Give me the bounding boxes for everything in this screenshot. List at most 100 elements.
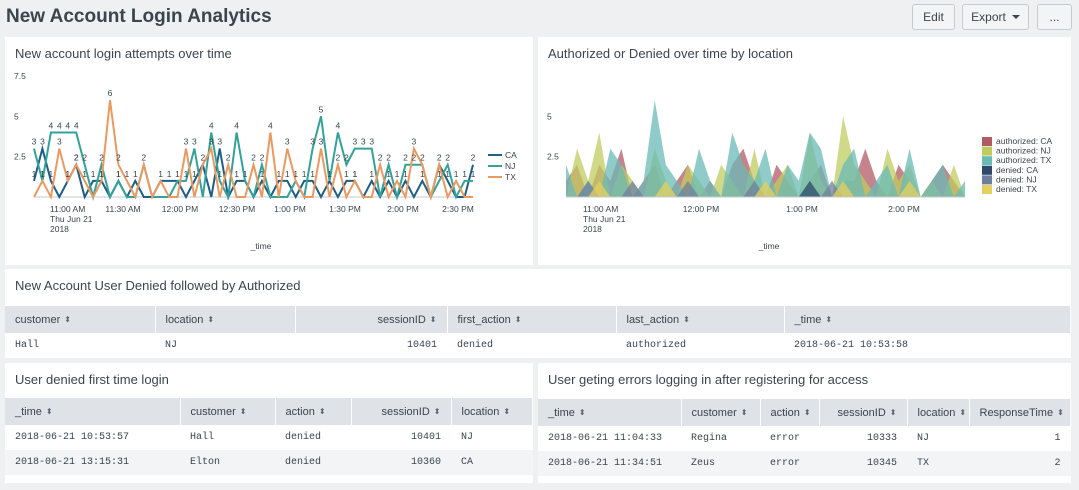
y-tick-label: 5 bbox=[547, 111, 552, 121]
export-button[interactable]: Export bbox=[962, 4, 1029, 30]
edit-button[interactable]: Edit bbox=[912, 4, 955, 30]
table-cell[interactable]: Hall bbox=[5, 333, 155, 358]
column-header-time[interactable]: _time ⬍ bbox=[5, 398, 181, 425]
table-cell[interactable]: 10345 bbox=[819, 451, 907, 476]
data-label: 1 bbox=[32, 169, 37, 179]
table-cell[interactable]: 2018-06-21 11:34:51 bbox=[538, 451, 681, 476]
table-cell[interactable]: CA bbox=[451, 450, 533, 475]
data-label: 2 bbox=[471, 153, 476, 163]
x-tick-label: 2018 bbox=[50, 224, 69, 234]
table-cell[interactable]: 2018-06-21 11:04:33 bbox=[538, 426, 681, 451]
table-cell[interactable]: 1 bbox=[969, 426, 1071, 451]
column-header-action[interactable]: action ⬍ bbox=[275, 398, 352, 425]
denied-then-authorized-panel: New Account User Denied followed by Auth… bbox=[5, 269, 1071, 358]
table-cell[interactable]: 10333 bbox=[819, 426, 907, 451]
data-label: 3 bbox=[319, 137, 324, 147]
table-cell[interactable]: denied bbox=[447, 333, 616, 358]
data-label: 1 bbox=[437, 169, 442, 179]
column-header-lastaction[interactable]: last_action ⬍ bbox=[616, 306, 785, 333]
data-label: 2 bbox=[74, 153, 79, 163]
table-cell[interactable]: Hall bbox=[180, 425, 275, 450]
data-label: 2 bbox=[378, 153, 383, 163]
sort-icon: ⬍ bbox=[578, 408, 586, 418]
legend-swatch bbox=[982, 137, 992, 146]
column-label: last_action bbox=[626, 313, 680, 326]
data-label: 1 bbox=[260, 169, 265, 179]
column-label: sessionID bbox=[837, 406, 886, 419]
table-cell[interactable]: 10360 bbox=[351, 450, 451, 475]
column-header-customer[interactable]: customer ⬍ bbox=[5, 306, 156, 333]
table-cell[interactable]: NJ bbox=[155, 333, 295, 358]
table-cell[interactable]: TX bbox=[907, 451, 969, 476]
column-label: location bbox=[917, 406, 956, 419]
data-label: 1 bbox=[293, 169, 298, 179]
data-label: 1 bbox=[302, 169, 307, 179]
legend-label: TX bbox=[505, 172, 516, 182]
data-label: 1 bbox=[91, 169, 96, 179]
sort-icon: ⬍ bbox=[239, 407, 247, 417]
table-cell[interactable]: error bbox=[760, 451, 819, 476]
legend-label: NJ bbox=[505, 161, 515, 171]
column-header-sessionid[interactable]: sessionID ⬍ bbox=[351, 398, 452, 425]
login-attempts-chart[interactable]: 2.557.511:00 AMThu Jun 21201811:30 AM 12:… bbox=[5, 37, 533, 265]
data-label: 1 bbox=[462, 169, 467, 179]
table-row[interactable]: 2018-06-21 11:04:33 Regina error 10333 NJ 1 bbox=[538, 426, 1071, 451]
data-label: 2 bbox=[403, 153, 408, 163]
column-header-customer[interactable]: customer ⬍ bbox=[681, 399, 761, 426]
column-label: location bbox=[461, 405, 500, 418]
column-label: ResponseTime bbox=[979, 406, 1054, 419]
column-header-sessionid[interactable]: sessionID ⬍ bbox=[819, 399, 908, 426]
column-header-firstaction[interactable]: first_action ⬍ bbox=[447, 306, 617, 333]
column-header-action[interactable]: action ⬍ bbox=[760, 399, 820, 426]
sort-icon: ⬍ bbox=[803, 408, 811, 418]
x-tick-label: 11:00 AM bbox=[583, 204, 618, 214]
data-label: 1 bbox=[344, 169, 349, 179]
table-cell[interactable]: 2018-06-21 10:53:57 bbox=[5, 425, 180, 450]
x-tick-label: 2:00 PM bbox=[387, 204, 419, 214]
table-cell[interactable]: 2018-06-21 10:53:58 bbox=[784, 333, 1071, 358]
column-header-sessionid[interactable]: sessionID ⬍ bbox=[295, 306, 448, 333]
column-header-location[interactable]: location ⬍ bbox=[451, 398, 533, 425]
x-tick-label: Thu Jun 21 bbox=[50, 214, 93, 224]
auth-denied-chart[interactable]: 2.5 5 11:00 AMThu Jun 212018 12:00 PM 1:00 P… bbox=[538, 37, 1071, 265]
column-header-responsetime[interactable]: ResponseTime ⬍ bbox=[969, 399, 1071, 426]
denied-first-login-panel: User denied first time login _time ⬍ custo… bbox=[5, 363, 533, 483]
table-cell[interactable]: NJ bbox=[907, 426, 969, 451]
table-cell[interactable]: Elton bbox=[180, 450, 275, 475]
column-header-location[interactable]: location ⬍ bbox=[155, 306, 296, 333]
table-cell[interactable]: denied bbox=[275, 450, 351, 475]
column-header-location[interactable]: location ⬍ bbox=[907, 399, 970, 426]
column-label: first_action bbox=[457, 313, 511, 326]
legend-label: authorized: TX bbox=[996, 155, 1051, 165]
table-cell[interactable]: 10401 bbox=[295, 333, 447, 358]
column-header-time[interactable]: _time ⬍ bbox=[538, 399, 682, 426]
table-cell[interactable]: error bbox=[760, 426, 819, 451]
login-errors-panel: User geting errors logging in after regi… bbox=[538, 363, 1071, 483]
y-tick-label: 7.5 bbox=[14, 71, 26, 81]
table-cell[interactable]: Zeus bbox=[681, 451, 760, 476]
export-label: Export bbox=[971, 10, 1006, 24]
table-row[interactable]: 2018-06-21 11:34:51 Zeus error 10345 TX 2 bbox=[538, 451, 1071, 476]
data-label: 2 bbox=[437, 153, 442, 163]
results-table: _time ⬍ customer ⬍ action ⬍ sessionID ⬍ location… bbox=[5, 398, 533, 475]
sort-icon: ⬍ bbox=[1057, 408, 1064, 418]
table-cell[interactable]: denied bbox=[275, 425, 351, 450]
table-cell[interactable]: 2018-06-21 13:15:31 bbox=[5, 450, 180, 475]
sort-icon: ⬍ bbox=[683, 315, 690, 325]
data-label: 4 bbox=[49, 120, 54, 130]
table-cell[interactable]: 10401 bbox=[351, 425, 451, 450]
table-cell[interactable]: authorized bbox=[616, 333, 784, 358]
column-header-customer[interactable]: customer ⬍ bbox=[180, 398, 276, 425]
more-actions-button[interactable]: ... bbox=[1037, 4, 1072, 30]
column-header-time[interactable]: _time ⬍ bbox=[784, 306, 1071, 333]
data-label: 4 bbox=[336, 120, 341, 130]
table-cell[interactable]: NJ bbox=[451, 425, 533, 450]
table-row[interactable]: 2018-06-21 10:53:57 Hall denied 10401 NJ bbox=[5, 425, 533, 450]
table-cell[interactable]: 2 bbox=[969, 451, 1071, 476]
table-cell[interactable]: Regina bbox=[681, 426, 760, 451]
dashboard-title: New Account Login Analytics bbox=[6, 6, 272, 27]
table-row[interactable]: Hall NJ 10401 denied authorized 2018-06-21 10… bbox=[5, 333, 1071, 358]
legend-label: authorized: NJ bbox=[996, 146, 1051, 156]
data-label: 2 bbox=[226, 153, 231, 163]
table-row[interactable]: 2018-06-21 13:15:31 Elton denied 10360 CA bbox=[5, 450, 533, 475]
